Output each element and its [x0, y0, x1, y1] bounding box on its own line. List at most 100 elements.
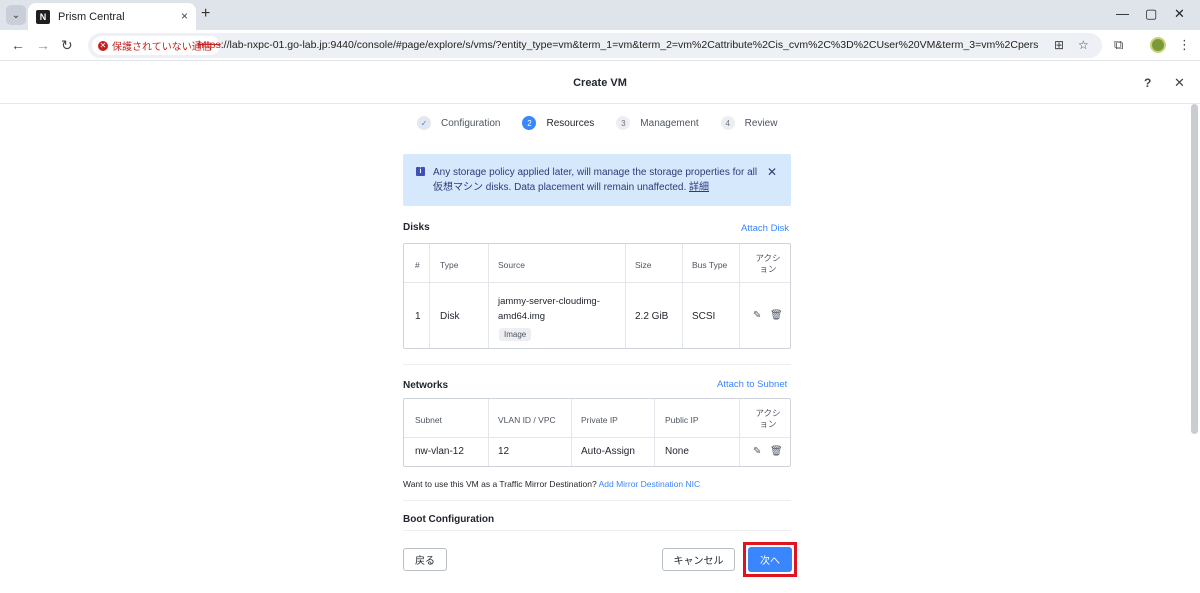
mirror-destination-prompt: Want to use this VM as a Traffic Mirror …	[403, 479, 700, 489]
mirror-question: Want to use this VM as a Traffic Mirror …	[403, 479, 597, 489]
security-label: 保護されていない通信	[112, 42, 212, 53]
section-divider	[403, 530, 791, 531]
wizard-stepper: ✓ Configuration 2 Resources 3 Management…	[417, 114, 799, 132]
step-label: Management	[640, 117, 699, 129]
col-header: アクション	[755, 253, 781, 274]
nutanix-favicon-icon: N	[36, 10, 50, 24]
disks-table: # Type Source Size Bus Type アクション 1 Disk…	[403, 243, 791, 349]
image-badge: Image	[499, 328, 532, 341]
step-check-icon: ✓	[417, 116, 431, 130]
storage-policy-banner: i Any storage policy applied later, will…	[403, 154, 791, 206]
section-divider	[403, 364, 791, 365]
banner-close-icon[interactable]: ✕	[767, 165, 777, 179]
window-close-icon[interactable]: ✕	[1174, 6, 1185, 22]
table-divider	[739, 244, 740, 348]
table-divider	[488, 399, 489, 466]
table-divider	[682, 244, 683, 348]
tab-title: Prism Central	[58, 11, 125, 23]
back-icon[interactable]: ←	[11, 37, 25, 53]
step-number: 3	[616, 116, 631, 130]
col-header: VLAN ID / VPC	[498, 415, 556, 425]
table-divider	[404, 282, 790, 283]
col-header: Private IP	[581, 415, 618, 425]
table-divider	[404, 437, 790, 438]
modal-title: Create VM	[573, 77, 627, 89]
step-number: 4	[720, 116, 735, 130]
bookmark-star-icon[interactable]: ☆	[1078, 38, 1089, 52]
browser-tab[interactable]: N Prism Central ×	[28, 3, 196, 30]
disk-source: jammy-server-cloudimg-amd64.img	[498, 296, 600, 322]
add-mirror-nic-link[interactable]: Add Mirror Destination NIC	[599, 479, 701, 489]
url-scheme: https	[198, 39, 221, 51]
section-divider	[403, 500, 791, 501]
forward-icon[interactable]: →	[36, 37, 50, 53]
delete-trash-icon[interactable]: 🗑	[770, 310, 783, 321]
subnet-name: nw-vlan-12	[415, 446, 464, 457]
attach-subnet-link[interactable]: Attach to Subnet	[717, 379, 787, 390]
col-header: Type	[440, 260, 459, 270]
help-icon[interactable]: ?	[1144, 76, 1151, 90]
step-label: Resources	[546, 117, 595, 129]
edit-pencil-icon[interactable]: ✎	[753, 310, 761, 321]
browser-toolbar: ← → ↻ ✕ 保護されていない通信 https://lab-nxpc-01.g…	[0, 30, 1200, 61]
step-management[interactable]: 3 Management	[616, 116, 699, 130]
new-tab-button[interactable]: +	[201, 5, 210, 23]
banner-details-link[interactable]: 詳細	[689, 182, 709, 193]
scrollbar[interactable]	[1191, 104, 1198, 434]
col-header: Source	[498, 260, 525, 270]
col-header: Size	[635, 260, 652, 270]
modal-close-icon[interactable]: ✕	[1174, 75, 1185, 91]
col-header: #	[415, 260, 420, 270]
disk-number: 1	[415, 311, 421, 322]
delete-trash-icon[interactable]: 🗑	[770, 446, 783, 457]
table-divider	[429, 244, 430, 348]
table-divider	[571, 399, 572, 466]
step-label: Review	[744, 117, 778, 129]
step-review[interactable]: 4 Review	[720, 116, 778, 130]
cancel-button[interactable]: キャンセル	[662, 548, 735, 571]
step-configuration[interactable]: ✓ Configuration	[417, 116, 500, 130]
networks-title: Networks	[403, 380, 449, 391]
vlan-id: 12	[498, 446, 510, 457]
back-button[interactable]: 戻る	[403, 548, 447, 571]
menu-kebab-icon[interactable]: ⋮	[1178, 37, 1191, 53]
maximize-icon[interactable]: ▢	[1145, 6, 1157, 22]
table-divider	[654, 399, 655, 466]
disk-bus: SCSI	[692, 311, 716, 322]
url-text[interactable]: https://lab-nxpc-01.go-lab.jp:9440/conso…	[198, 39, 1038, 51]
profile-avatar[interactable]	[1150, 37, 1166, 53]
public-ip: None	[665, 446, 689, 457]
step-number: 2	[522, 116, 537, 130]
highlight-box	[743, 542, 797, 577]
table-divider	[488, 244, 489, 348]
minimize-icon[interactable]: —	[1116, 6, 1129, 21]
col-header: Bus Type	[692, 260, 728, 270]
banner-text: Any storage policy applied later, will m…	[433, 165, 763, 195]
extensions-icon[interactable]: ⧉	[1114, 37, 1123, 53]
boot-configuration-title: Boot Configuration	[403, 514, 495, 525]
reload-icon[interactable]: ↻	[61, 37, 73, 54]
step-label: Configuration	[441, 117, 501, 129]
modal-header: Create VM ? ✕	[0, 62, 1200, 104]
private-ip: Auto-Assign	[581, 446, 635, 457]
table-divider	[739, 399, 740, 466]
info-icon: i	[416, 167, 425, 176]
edit-pencil-icon[interactable]: ✎	[753, 446, 761, 457]
col-header: アクション	[755, 408, 781, 429]
disk-size: 2.2 GiB	[635, 311, 669, 322]
attach-disk-link[interactable]: Attach Disk	[741, 223, 789, 234]
col-header: Public IP	[665, 415, 699, 425]
translate-icon[interactable]: ⊞	[1054, 38, 1064, 52]
step-resources[interactable]: 2 Resources	[522, 116, 594, 130]
url-path: ://lab-nxpc-01.go-lab.jp:9440/console/#p…	[220, 39, 1038, 51]
col-header: Subnet	[415, 415, 442, 425]
tab-close-icon[interactable]: ×	[181, 9, 188, 23]
browser-tabbar: ⌄ N Prism Central × + — ▢ ✕	[0, 0, 1200, 30]
disk-type: Disk	[440, 311, 460, 322]
address-bar[interactable]: ✕ 保護されていない通信 https://lab-nxpc-01.go-lab.…	[88, 33, 1102, 58]
warning-icon: ✕	[98, 40, 108, 51]
networks-table: Subnet VLAN ID / VPC Private IP Public I…	[403, 398, 791, 467]
table-divider	[625, 244, 626, 348]
disks-title: Disks	[403, 222, 430, 233]
tab-search-icon[interactable]: ⌄	[6, 5, 26, 25]
